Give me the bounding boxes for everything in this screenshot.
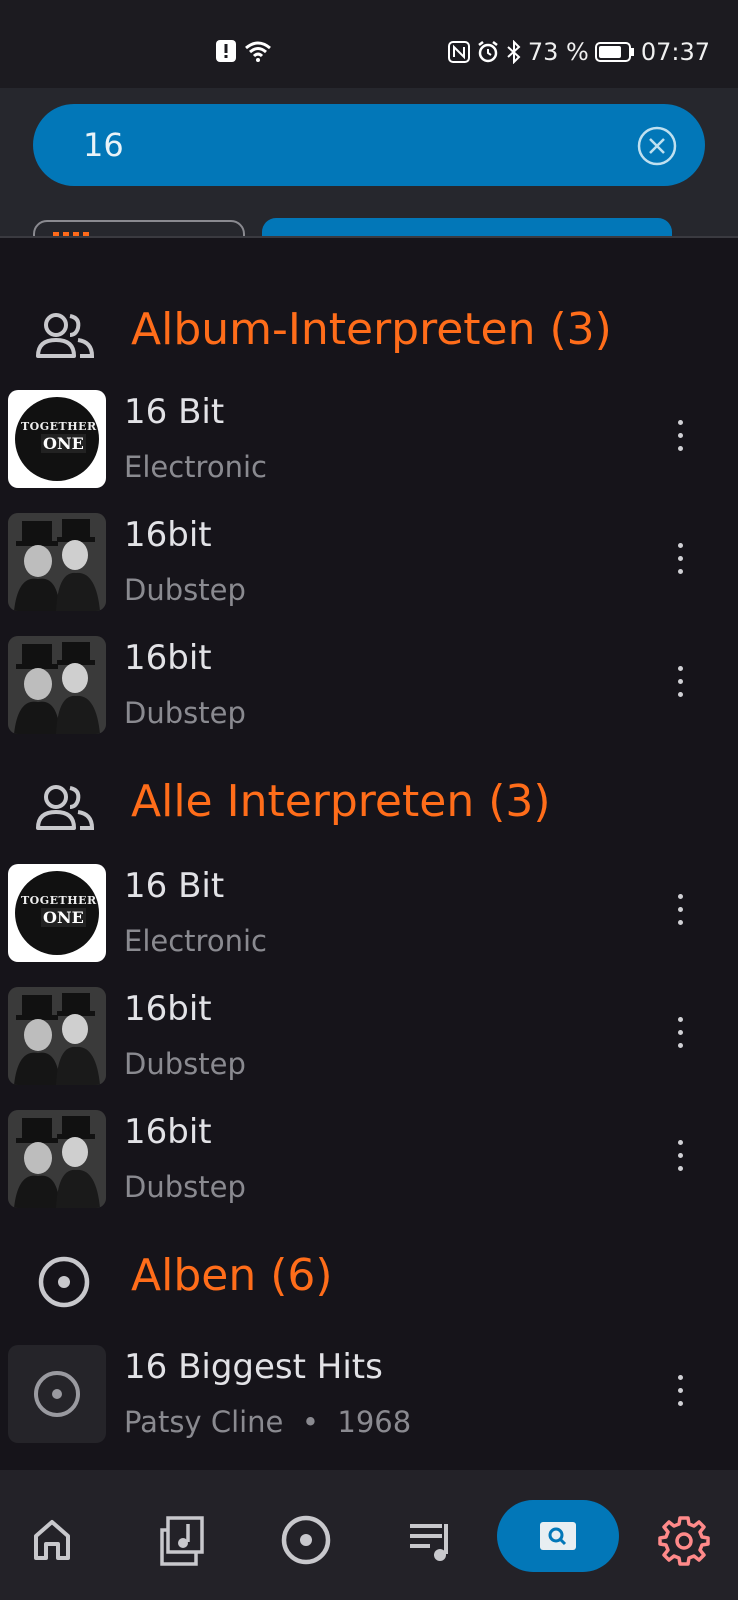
bluetooth-icon [507, 40, 521, 64]
album-row[interactable]: 16 Biggest Hits Patsy Cline • 1968 [0, 1345, 738, 1445]
more-options-icon[interactable] [674, 894, 686, 934]
artist-genre: Dubstep [124, 1047, 246, 1081]
search-query[interactable]: 16 [83, 126, 124, 164]
artist-artwork [8, 1110, 106, 1208]
album-artist-year: Patsy Cline • 1968 [124, 1405, 412, 1439]
artist-genre: Dubstep [124, 1170, 246, 1204]
alert-icon [216, 40, 236, 62]
artist-artwork [8, 636, 106, 734]
artist-name: 16bit [124, 1112, 212, 1152]
artist-name: 16bit [124, 515, 212, 555]
artist-row[interactable]: TOGETHER ONE 16 Bit Electronic [0, 864, 738, 964]
section-all-artists: Alle Interpreten (3) [0, 768, 738, 848]
wifi-icon [245, 41, 271, 62]
people-icon [36, 313, 95, 358]
more-options-icon[interactable] [674, 1017, 686, 1057]
more-options-icon[interactable] [674, 1140, 686, 1180]
artist-row[interactable]: 16bit Dubstep [0, 636, 738, 736]
artist-name: 16bit [124, 989, 212, 1029]
artist-genre: Electronic [124, 450, 267, 484]
artist-row[interactable]: 16bit Dubstep [0, 513, 738, 613]
artist-artwork [8, 987, 106, 1085]
more-options-icon[interactable] [674, 666, 686, 706]
disc-icon [38, 1256, 90, 1308]
divider [0, 236, 738, 238]
artist-row[interactable]: TOGETHER ONE 16 Bit Electronic [0, 390, 738, 490]
playlist-icon[interactable] [402, 1510, 462, 1570]
section-title: Alben (6) [131, 1250, 333, 1301]
artist-name: 16 Bit [124, 866, 225, 906]
section-title: Album-Interpreten (3) [131, 304, 612, 355]
artist-artwork: TOGETHER ONE [8, 390, 106, 488]
search-tab[interactable] [497, 1500, 619, 1572]
artist-name: 16 Bit [124, 392, 225, 432]
nfc-icon [447, 41, 470, 63]
library-icon[interactable] [150, 1510, 210, 1570]
battery-icon [594, 42, 634, 62]
more-options-icon[interactable] [674, 1375, 686, 1415]
artist-genre: Dubstep [124, 696, 246, 730]
artist-row[interactable]: 16bit Dubstep [0, 1110, 738, 1210]
section-title: Alle Interpreten (3) [131, 776, 551, 827]
search-field[interactable]: 16 [33, 104, 705, 186]
section-album-artists: Album-Interpreten (3) [0, 296, 738, 376]
artist-genre: Dubstep [124, 573, 246, 607]
people-icon [36, 785, 95, 830]
artist-artwork: TOGETHER ONE [8, 864, 106, 962]
alarm-icon [478, 41, 498, 63]
clock: 07:37 [640, 38, 710, 66]
bottom-navigation [0, 1470, 738, 1600]
status-bar: 73 % 07:37 [0, 0, 738, 88]
more-options-icon[interactable] [674, 543, 686, 583]
disc-icon[interactable] [276, 1510, 336, 1570]
section-albums: Alben (6) [0, 1242, 738, 1322]
search-header: 16 [0, 88, 738, 238]
more-options-icon[interactable] [674, 420, 686, 460]
album-title: 16 Biggest Hits [124, 1347, 383, 1387]
artist-artwork [8, 513, 106, 611]
album-artwork [8, 1345, 106, 1443]
artist-row[interactable]: 16bit Dubstep [0, 987, 738, 1087]
settings-icon[interactable] [654, 1510, 714, 1570]
battery-percentage: 73 % [527, 38, 589, 66]
filter-chip-active[interactable] [262, 218, 672, 238]
artist-genre: Electronic [124, 924, 267, 958]
artist-name: 16bit [124, 638, 212, 678]
search-icon [540, 1522, 576, 1550]
clear-search-icon[interactable] [637, 126, 677, 166]
home-icon[interactable] [22, 1510, 82, 1570]
